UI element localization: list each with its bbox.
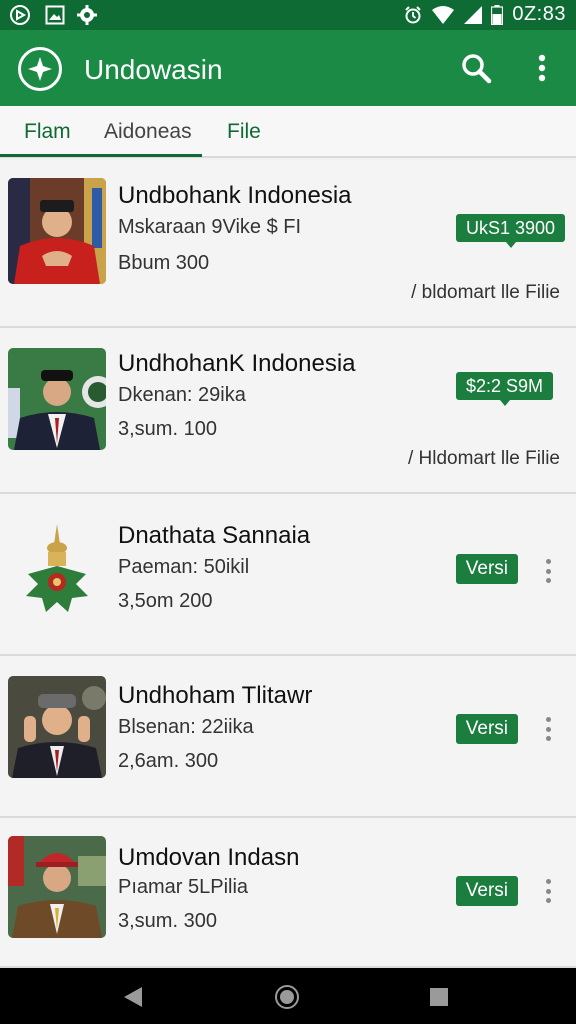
- navigation-bar: [0, 968, 576, 1024]
- item-subtitle: Pıamar 5LPilia: [118, 876, 249, 898]
- thumbnail-image: [8, 178, 106, 284]
- item-subtitle: Mskaraan 9Vike $ FI: [118, 216, 302, 238]
- item-meta: 3,sum. 100: [118, 418, 217, 440]
- thumbnail-image: [8, 836, 106, 938]
- search-icon[interactable]: [458, 50, 494, 86]
- item-link[interactable]: / bldomart lle Filie: [411, 282, 560, 304]
- list-item[interactable]: Dnathata Sannaia Paeman: 50ikil 3,5om 20…: [0, 494, 576, 656]
- list-item[interactable]: UndhohanK Indonesia Dkenan: 29ika 3,sum.…: [0, 328, 576, 494]
- tab-indicator: [0, 154, 202, 157]
- tab-flam[interactable]: Flam: [24, 120, 71, 144]
- item-subtitle: Dkenan: 29ika: [118, 384, 246, 406]
- signal-icon: [462, 4, 484, 26]
- item-title: UndhohanK Indonesia: [118, 350, 356, 377]
- battery-icon: [490, 4, 504, 26]
- item-subtitle: Paeman: 50ikil: [118, 556, 250, 578]
- item-meta: 2,6am. 300: [118, 750, 219, 772]
- item-meta: 3,5om 200: [118, 590, 213, 612]
- version-badge[interactable]: Versi: [455, 554, 518, 584]
- more-vert-icon[interactable]: [540, 876, 556, 906]
- home-icon[interactable]: [274, 984, 300, 1010]
- thumbnail-image: [8, 676, 106, 778]
- tab-bar: Flam Aidoneas File: [0, 106, 576, 158]
- item-title: Dnathata Sannaia: [118, 522, 311, 549]
- app-bar: Undowasin: [0, 30, 576, 106]
- tab-file[interactable]: File: [227, 120, 261, 144]
- wifi-icon: [430, 4, 456, 26]
- thumbnail-image: [8, 514, 106, 620]
- version-badge[interactable]: Versi: [455, 714, 518, 744]
- tab-aidoneas[interactable]: Aidoneas: [104, 120, 192, 144]
- recents-icon[interactable]: [426, 984, 452, 1010]
- list-item[interactable]: Undbohank Indonesia Mskaraan 9Vike $ FI …: [0, 160, 576, 328]
- alarm-icon: [402, 4, 424, 26]
- image-icon: [44, 4, 66, 26]
- item-meta: 3,sum. 300: [118, 910, 217, 932]
- price-badge[interactable]: $2:2 S9M: [456, 372, 554, 406]
- price-badge[interactable]: UkS1 3900: [456, 214, 566, 248]
- compass-icon: [8, 4, 32, 26]
- status-bar: 0Z:83: [0, 0, 576, 30]
- more-vert-icon[interactable]: [540, 714, 556, 744]
- item-meta: Bbum 300: [118, 252, 210, 274]
- thumbnail-image: [8, 348, 106, 450]
- status-time: 0Z:83: [512, 3, 566, 25]
- item-title: Undbohank Indonesia: [118, 182, 352, 209]
- app-title: Undowasin: [84, 54, 223, 85]
- version-badge[interactable]: Versi: [455, 876, 518, 906]
- item-title: Umdovan Indasn: [118, 844, 300, 871]
- compass-star-icon[interactable]: [18, 47, 62, 91]
- item-subtitle: Blsenan: 22iika: [118, 716, 254, 738]
- list-item[interactable]: Undhoham Tlitawr Blsenan: 22iika 2,6am. …: [0, 656, 576, 818]
- item-title: Undhoham Tlitawr: [118, 682, 313, 709]
- item-link[interactable]: / Hldomart lle Filie: [408, 448, 560, 470]
- more-vert-icon[interactable]: [540, 556, 556, 586]
- list-item[interactable]: Umdovan Indasn Pıamar 5LPilia 3,sum. 300…: [0, 818, 576, 968]
- gear-icon: [76, 4, 98, 26]
- more-vert-icon[interactable]: [524, 50, 560, 86]
- back-icon[interactable]: [120, 984, 146, 1010]
